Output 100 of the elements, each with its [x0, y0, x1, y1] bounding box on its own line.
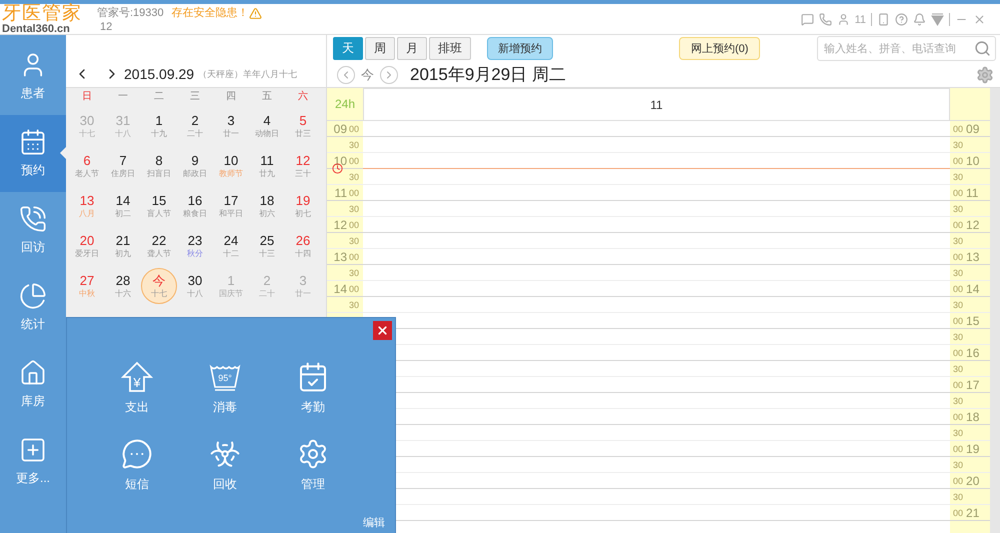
lunar-label: 粮食日: [183, 208, 207, 219]
minute-label: 30: [952, 298, 964, 312]
sidebar-item[interactable]: 预约: [0, 115, 66, 192]
calendar-day[interactable]: 11 廿九: [249, 146, 285, 186]
minute-label: 00: [952, 314, 964, 328]
sidebar-label: 统计: [21, 316, 45, 333]
message-icon[interactable]: [800, 13, 814, 26]
hour-label: 18: [965, 408, 980, 424]
day-number: 16: [188, 193, 202, 208]
calendar-day[interactable]: 1 十九: [141, 106, 177, 146]
day-number: 2: [263, 273, 271, 288]
calendar-day[interactable]: 13 八月: [69, 186, 105, 226]
calendar-day[interactable]: 28 十六: [105, 266, 141, 306]
close-icon[interactable]: [973, 13, 986, 26]
phone-icon[interactable]: [818, 13, 832, 26]
lunar-label: 十六: [115, 288, 131, 299]
calendar-day[interactable]: 26 十四: [285, 226, 321, 266]
day-number: 18: [260, 193, 274, 208]
menu-shortcut[interactable]: 95° 消毒: [181, 361, 269, 416]
menu-shortcut[interactable]: 短信: [93, 438, 181, 493]
menu-shortcut[interactable]: 考勤: [269, 361, 357, 416]
calendar-day[interactable]: 3 廿一: [213, 106, 249, 146]
search-field[interactable]: 输入姓名、拼音、电话查询: [817, 36, 996, 61]
bell-icon[interactable]: [913, 13, 926, 26]
lunar-label: 十八: [115, 128, 131, 139]
day-number: 8: [155, 153, 163, 168]
edit-button[interactable]: 编辑: [363, 515, 385, 530]
security-warning[interactable]: 存在安全隐患！: [172, 6, 249, 20]
search-icon[interactable]: [974, 40, 991, 57]
sidebar-item[interactable]: 更多...: [0, 423, 66, 500]
calendar-day[interactable]: 30 十八: [177, 266, 213, 306]
calendar-day[interactable]: 12 三十: [285, 146, 321, 186]
mobile-icon[interactable]: [877, 13, 890, 26]
minute-label: 30: [952, 266, 964, 280]
menu-shortcut[interactable]: 回收: [181, 438, 269, 493]
close-button[interactable]: [373, 321, 392, 340]
minute-label: 00: [952, 122, 964, 136]
calendar-day[interactable]: 24 十二: [213, 226, 249, 266]
schedule-date-title: 2015年9月29日 周二: [410, 64, 566, 86]
online-appointment-button[interactable]: 网上预约(0): [679, 37, 760, 60]
minute-label: 00: [349, 250, 360, 264]
calendar-day[interactable]: 19 初七: [285, 186, 321, 226]
calendar-day[interactable]: 9 邮政日: [177, 146, 213, 186]
sidebar-item[interactable]: 患者: [0, 38, 66, 115]
previous-day-button[interactable]: [337, 66, 355, 84]
next-day-button[interactable]: [380, 66, 398, 84]
today-button[interactable]: 今: [359, 66, 376, 84]
calendar-day[interactable]: 22 聋人节: [141, 226, 177, 266]
calendar-day[interactable]: 1 国庆节: [213, 266, 249, 306]
calendar-day[interactable]: 31 十八: [105, 106, 141, 146]
lunar-label: 邮政日: [183, 168, 207, 179]
menu-shortcut[interactable]: 管理: [269, 438, 357, 493]
calendar-day[interactable]: 21 初九: [105, 226, 141, 266]
view-tab[interactable]: 天: [333, 37, 363, 60]
yen-arrow-icon: ¥: [121, 361, 153, 393]
calendar-day[interactable]: 17 和平日: [213, 186, 249, 226]
menu-shortcut[interactable]: ¥ 支出: [93, 361, 181, 416]
calendar-day[interactable]: 20 爱牙日: [69, 226, 105, 266]
calendar-day[interactable]: 14 初二: [105, 186, 141, 226]
view-tab[interactable]: 周: [365, 37, 395, 60]
help-icon[interactable]: [895, 13, 908, 26]
calendar-day[interactable]: 8 扫盲日: [141, 146, 177, 186]
weekday-label: 一: [117, 90, 129, 104]
calendar-day[interactable]: 15 盲人节: [141, 186, 177, 226]
calendar-day[interactable]: 5 廿三: [285, 106, 321, 146]
calendar-day[interactable]: 16 粮食日: [177, 186, 213, 226]
settings-icon[interactable]: [976, 66, 994, 84]
calendar-day[interactable]: 25 十三: [249, 226, 285, 266]
calendar-day[interactable]: 2 二十: [177, 106, 213, 146]
calendar-day[interactable]: 今 十七: [141, 266, 177, 306]
calendar-day[interactable]: 18 初六: [249, 186, 285, 226]
view-tab[interactable]: 月: [397, 37, 427, 60]
day-number: 30: [188, 273, 202, 288]
minute-label: 30: [349, 202, 360, 216]
lunar-label: 教师节: [219, 168, 243, 179]
minute-label: 30: [952, 362, 964, 376]
lunar-label: 廿九: [259, 168, 275, 179]
sidebar-item[interactable]: 统计: [0, 269, 66, 346]
calendar-day[interactable]: 30 十七: [69, 106, 105, 146]
lunar-label: 二十: [259, 288, 275, 299]
view-tab[interactable]: 排班: [429, 37, 471, 60]
minute-label: 00: [952, 442, 964, 456]
calendar-day[interactable]: 6 老人节: [69, 146, 105, 186]
sidebar-label: 预约: [21, 162, 45, 179]
sidebar-item[interactable]: 回访: [0, 192, 66, 269]
user-icon[interactable]: [836, 13, 850, 26]
calendar-day[interactable]: 7 住房日: [105, 146, 141, 186]
calendar-day[interactable]: 23 秋分: [177, 226, 213, 266]
calendar-day[interactable]: 4 动物日: [249, 106, 285, 146]
minute-label: 00: [349, 154, 360, 168]
day-number: 21: [116, 233, 130, 248]
scrollbar[interactable]: [990, 88, 1000, 533]
sidebar-item[interactable]: 库房: [0, 346, 66, 423]
calendar-day[interactable]: 10 教师节: [213, 146, 249, 186]
day-number: 22: [152, 233, 166, 248]
account-count: 12: [99, 20, 114, 34]
new-appointment-button[interactable]: 新增预约: [487, 37, 553, 60]
calendar-day[interactable]: 27 中秋: [69, 266, 105, 306]
dropdown-icon[interactable]: [931, 13, 944, 26]
calendar-day[interactable]: 2 二十: [249, 266, 285, 306]
